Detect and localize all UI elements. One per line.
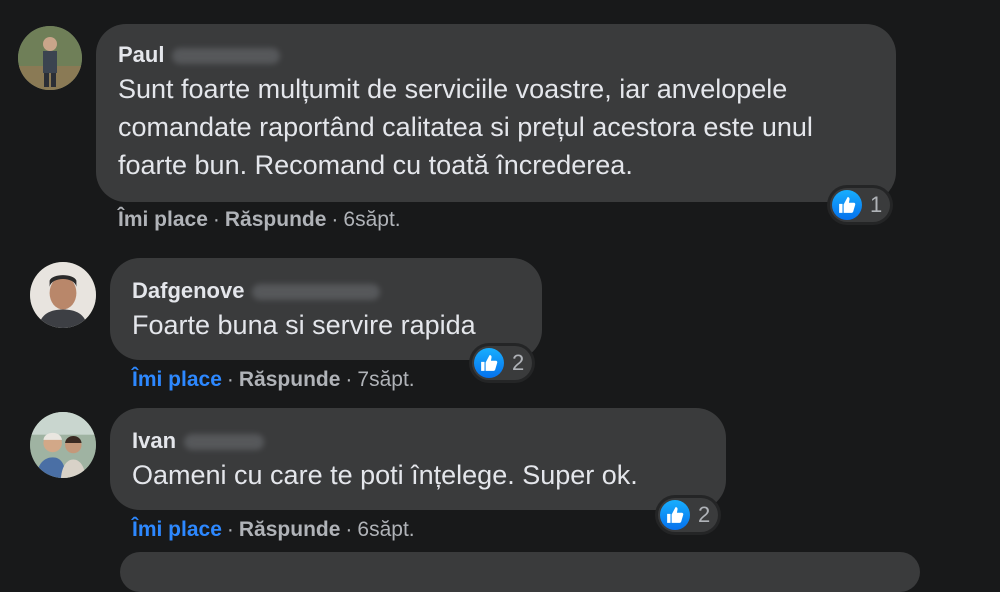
comment-author[interactable]: Dafgenove [132, 278, 520, 304]
reaction-count: 1 [870, 192, 883, 217]
comment-bubble: Dafgenove Foarte buna si servire rapida [110, 258, 542, 360]
blurred-surname [252, 284, 381, 301]
comment-author[interactable]: Ivan [132, 428, 704, 454]
thumbs-up-icon [660, 500, 690, 530]
reply-link[interactable]: Răspunde [239, 518, 341, 541]
like-link[interactable]: Îmi place [132, 368, 222, 391]
next-comment-bubble [120, 552, 920, 592]
comment-bubble: Paul Sunt foarte mulțumit de serviciile … [96, 24, 896, 202]
reaction-count: 2 [698, 502, 711, 527]
thumbs-up-icon [474, 348, 504, 378]
comment-text: Oameni cu care te poti înțelege. Super o… [132, 460, 638, 490]
blurred-surname [184, 434, 265, 451]
reply-link[interactable]: Răspunde [239, 368, 341, 391]
reaction-badge[interactable]: 1 [830, 188, 891, 222]
comment-actions: Îmi place · Răspunde · 6săpt. [118, 208, 401, 231]
comment-bubble: Ivan Oameni cu care te poti înțelege. Su… [110, 408, 726, 510]
like-link[interactable]: Îmi place [132, 518, 222, 541]
comment-paul: Paul Sunt foarte mulțumit de serviciile … [0, 0, 1000, 240]
timestamp[interactable]: 6săpt. [343, 208, 400, 231]
reaction-count: 2 [512, 350, 525, 375]
avatar[interactable] [30, 412, 96, 478]
reply-link[interactable]: Răspunde [225, 208, 327, 231]
like-link[interactable]: Îmi place [118, 208, 208, 231]
comment-text: Foarte buna si servire rapida [132, 310, 476, 340]
blurred-surname [172, 48, 281, 65]
comment-actions: Îmi place · Răspunde · 7săpt. [132, 368, 415, 391]
thumbs-up-icon [832, 190, 862, 220]
comment-text: Sunt foarte mulțumit de serviciile voast… [118, 74, 813, 180]
comment-actions: Îmi place · Răspunde · 6săpt. [132, 518, 415, 541]
reaction-badge[interactable]: 2 [472, 346, 533, 380]
timestamp[interactable]: 6săpt. [357, 518, 414, 541]
avatar[interactable] [30, 262, 96, 328]
avatar[interactable] [18, 26, 82, 90]
comment-author[interactable]: Paul [118, 42, 874, 68]
reaction-badge[interactable]: 2 [658, 498, 719, 532]
timestamp[interactable]: 7săpt. [357, 368, 414, 391]
